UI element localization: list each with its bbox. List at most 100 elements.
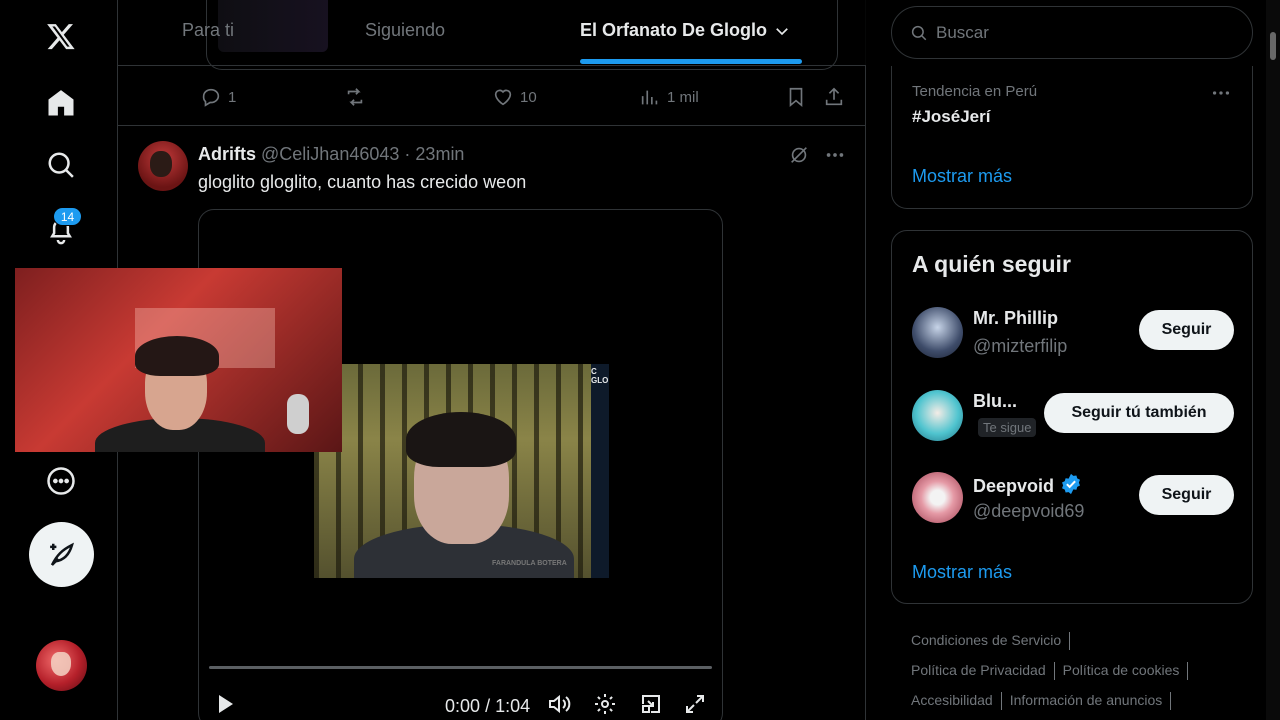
scrollbar-thumb[interactable] — [1270, 32, 1276, 60]
more-icon[interactable] — [41, 461, 81, 501]
user-handle[interactable]: @mizterfilip — [973, 336, 1067, 357]
right-sidebar: Buscar Tendencia en Perú #JoséJerí Mostr… — [891, 0, 1254, 720]
reply-icon — [202, 88, 220, 107]
settings-button[interactable] — [593, 692, 617, 720]
search-placeholder: Buscar — [936, 22, 989, 42]
user-name-text: Blu... — [973, 391, 1017, 411]
gear-icon — [595, 694, 615, 714]
previous-tweet-actions: 1 10 1 mil — [118, 66, 866, 126]
video-person-hair — [406, 412, 516, 467]
footer-link-cookies[interactable]: Política de cookies — [1063, 662, 1180, 678]
video-overlay-label: C GLO — [591, 364, 609, 578]
pip-button[interactable] — [639, 692, 663, 720]
account-avatar[interactable] — [36, 640, 87, 691]
user-name[interactable]: Deepvoid — [973, 473, 1082, 500]
more-options-icon — [1212, 91, 1230, 95]
timeline-tabs: Para ti Siguiendo El Orfanato De Gloglo — [118, 0, 866, 70]
user-name[interactable]: Blu... — [973, 391, 1017, 412]
footer-separator — [1069, 632, 1071, 651]
views-button[interactable]: 1 mil — [639, 86, 699, 108]
user-avatar[interactable] — [912, 307, 963, 358]
trends-panel: Tendencia en Perú #JoséJerí Mostrar más — [891, 66, 1253, 209]
volume-icon — [549, 694, 571, 714]
tweet-author-handle[interactable]: @CeliJhan46043 — [261, 144, 399, 164]
user-avatar[interactable] — [912, 390, 963, 441]
repost-button[interactable] — [344, 86, 366, 108]
share-button[interactable] — [823, 86, 845, 108]
fullscreen-button[interactable] — [683, 692, 707, 720]
user-name-text: Deepvoid — [973, 476, 1055, 496]
reply-count: 1 — [228, 88, 237, 106]
tab-list[interactable]: El Orfanato De Gloglo — [580, 20, 791, 41]
webcam-person-hair — [135, 336, 219, 376]
tweet-author-avatar[interactable] — [138, 141, 188, 191]
user-handle[interactable]: @deepvoid69 — [973, 501, 1084, 522]
tweet-author-name[interactable]: Adrifts — [198, 144, 256, 164]
search-input[interactable]: Buscar — [891, 6, 1253, 59]
footer-separator — [1187, 662, 1189, 681]
video-time: 0:00 / 1:04 — [445, 696, 530, 717]
microphone — [287, 394, 309, 434]
notifications-badge: 14 — [53, 207, 82, 226]
user-avatar[interactable] — [912, 472, 963, 523]
heart-icon — [494, 89, 512, 106]
picture-in-picture-icon — [642, 695, 660, 713]
verified-badge-icon — [1060, 473, 1082, 500]
chevron-down-icon — [773, 22, 791, 40]
tweet-timestamp[interactable]: 23min — [415, 144, 464, 164]
tab-siguiendo[interactable]: Siguiendo — [365, 20, 445, 41]
fullscreen-icon — [686, 695, 704, 713]
video-time-separator: / — [485, 696, 491, 716]
tab-para-ti[interactable]: Para ti — [182, 20, 234, 41]
user-name[interactable]: Mr. Phillip — [973, 308, 1058, 329]
who-to-follow-title: A quién seguir — [912, 251, 1071, 277]
like-count: 10 — [520, 88, 537, 106]
share-icon — [825, 87, 843, 106]
play-button[interactable] — [213, 692, 237, 720]
video-time-current: 0:00 — [445, 696, 481, 716]
who-to-follow-panel: A quién seguir Mr. Phillip @mizterfilip … — [891, 230, 1253, 604]
page-scrollbar[interactable] — [1266, 0, 1280, 720]
tweet-header: Adrifts @CeliJhan46043 · 23min — [198, 144, 464, 165]
footer-links-row: Política de Privacidad Política de cookie… — [911, 662, 1196, 681]
follow-suggestion[interactable]: Deepvoid @deepvoid69 Seguir — [892, 472, 1254, 528]
video-frame: C GLO FARANDULA BOTERA — [314, 364, 609, 578]
trend-name[interactable]: #JoséJerí — [912, 107, 990, 127]
like-button[interactable]: 10 — [492, 86, 537, 108]
streamer-webcam-overlay — [15, 268, 342, 452]
reply-button[interactable]: 1 — [200, 86, 236, 108]
follows-you-badge: Te sigue — [978, 418, 1037, 437]
footer-links-row: Condiciones de Servicio — [911, 632, 1078, 651]
tweet-meta-separator: · — [404, 144, 411, 164]
trend-context: Tendencia en Perú — [912, 83, 1038, 100]
post-button[interactable] — [29, 522, 94, 587]
x-logo-icon[interactable] — [41, 16, 81, 56]
footer-link-privacy[interactable]: Política de Privacidad — [911, 662, 1046, 678]
volume-button[interactable] — [547, 692, 571, 720]
follow-suggestion[interactable]: Blu... Te sigue Seguir tú también — [892, 390, 1254, 446]
footer-link-accessibility[interactable]: Accesibilidad — [911, 692, 993, 708]
follow-button[interactable]: Seguir — [1139, 310, 1234, 350]
home-icon[interactable] — [41, 83, 81, 123]
bookmark-button[interactable] — [785, 86, 807, 108]
video-overlay-label-text: C GLO — [591, 367, 609, 385]
follow-back-button[interactable]: Seguir tú también — [1044, 393, 1234, 433]
trend-more-button[interactable] — [1210, 82, 1232, 109]
views-icon — [641, 90, 658, 105]
footer-separator — [1053, 662, 1055, 681]
trends-show-more[interactable]: Mostrar más — [912, 166, 1012, 187]
video-time-total: 1:04 — [495, 696, 531, 716]
follow-suggestion[interactable]: Mr. Phillip @mizterfilip Seguir — [892, 307, 1254, 363]
follow-button[interactable]: Seguir — [1139, 475, 1234, 515]
grok-icon[interactable] — [788, 144, 810, 166]
views-count: 1 mil — [667, 88, 699, 106]
more-options-icon[interactable] — [824, 144, 846, 166]
footer-link-terms[interactable]: Condiciones de Servicio — [911, 632, 1061, 648]
active-tab-indicator — [580, 59, 802, 64]
tab-list-label: El Orfanato De Gloglo — [580, 20, 768, 40]
footer-separator — [1000, 692, 1002, 711]
search-icon[interactable] — [41, 145, 81, 185]
footer-link-ads-info[interactable]: Información de anuncios — [1010, 692, 1163, 708]
video-progress-bar[interactable] — [209, 666, 712, 669]
who-to-follow-show-more[interactable]: Mostrar más — [912, 562, 1012, 583]
